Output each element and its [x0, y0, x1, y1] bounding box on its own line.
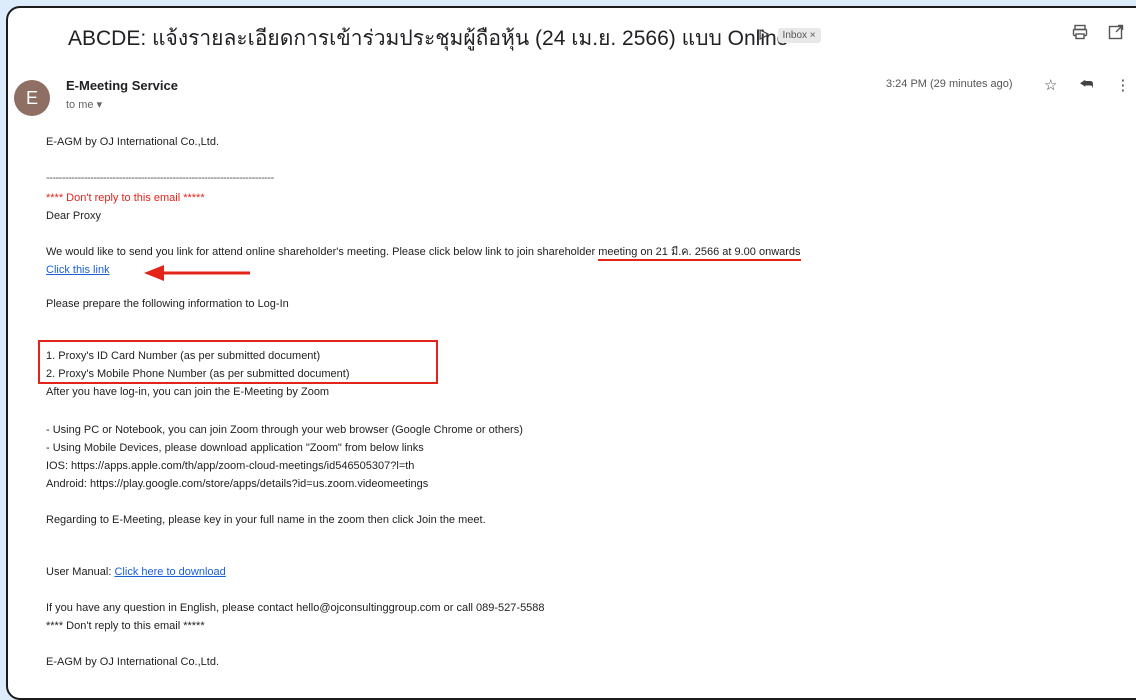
user-manual-label: User Manual: — [46, 566, 115, 578]
inbox-label-chip[interactable]: Inbox × — [777, 27, 821, 43]
recipient-dropdown[interactable]: to me ▾ — [66, 98, 102, 111]
ios-link: IOS: https://apps.apple.com/th/app/zoom-… — [46, 460, 415, 472]
email-subject: ABCDE: แจ้งรายละเอียดการเข้าร่วมประชุมผู… — [68, 27, 789, 50]
pc-instruction: - Using PC or Notebook, you can join Zoo… — [46, 424, 523, 436]
message-actions: ☆ ⮪ ⋮ — [1044, 76, 1130, 94]
sender-name[interactable]: E-Meeting Service — [66, 78, 178, 93]
message-time: 3:24 PM (29 minutes ago) — [886, 78, 1013, 90]
intro-paragraph: We would like to send you link for atten… — [46, 244, 801, 261]
meeting-date-highlight: meeting on 21 มี.ค. 2566 at 9.00 onwards — [598, 246, 801, 261]
reply-icon[interactable]: ⮪ — [1079, 76, 1093, 94]
warning-text-footer: **** Don't reply to this email ***** — [46, 620, 205, 632]
label-icon[interactable]: ᐅ — [758, 26, 770, 44]
open-in-new-icon[interactable] — [1108, 24, 1124, 44]
mobile-instruction: - Using Mobile Devices, please download … — [46, 442, 424, 454]
contact-text: If you have any question in English, ple… — [46, 602, 545, 614]
company-line: E-AGM by OJ International Co.,Ltd. — [46, 136, 220, 148]
regarding-text: Regarding to E-Meeting, please key in yo… — [46, 514, 486, 526]
greeting: Dear Proxy — [46, 210, 102, 222]
after-login-text: After you have log-in, you can join the … — [46, 386, 330, 398]
intro-text: We would like to send you link for atten… — [46, 246, 599, 258]
prepare-text: Please prepare the following information… — [46, 298, 289, 310]
android-link: Android: https://play.google.com/store/a… — [46, 478, 429, 490]
star-icon[interactable]: ☆ — [1044, 76, 1057, 94]
highlight-box — [38, 340, 438, 384]
divider-line: ----------------------------------------… — [46, 172, 274, 184]
meeting-link[interactable]: Click this link — [46, 262, 110, 279]
download-manual-link[interactable]: Click here to download — [114, 566, 225, 578]
email-window: ABCDE: แจ้งรายละเอียดการเข้าร่วมประชุมผู… — [6, 6, 1136, 700]
subject-tags: ᐅ Inbox × — [758, 26, 821, 44]
sender-avatar[interactable]: E — [14, 80, 50, 116]
warning-text: **** Don't reply to this email ***** — [46, 192, 205, 204]
user-manual-line: User Manual: Click here to download — [46, 564, 226, 581]
company-line-footer: E-AGM by OJ International Co.,Ltd. — [46, 656, 220, 668]
print-icon[interactable] — [1072, 24, 1088, 44]
more-icon[interactable]: ⋮ — [1115, 76, 1130, 94]
header-actions — [1072, 24, 1124, 44]
arrow-annotation-icon — [144, 265, 250, 281]
